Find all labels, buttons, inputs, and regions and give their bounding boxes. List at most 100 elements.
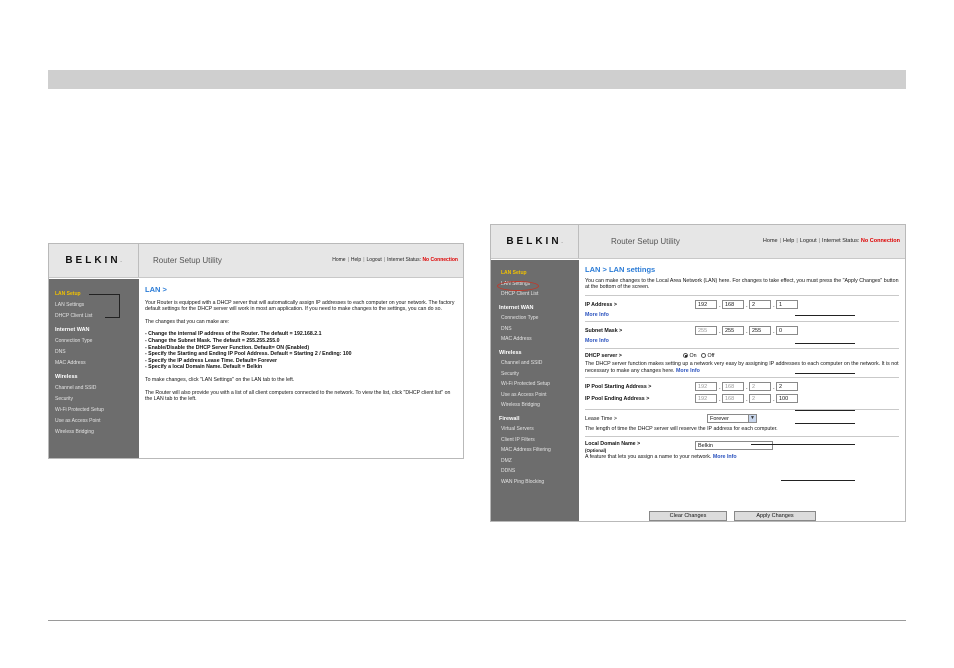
sidebar-item-security[interactable]: Security bbox=[49, 394, 139, 405]
subnet-octet-2[interactable]: 255 bbox=[722, 326, 744, 336]
ip-pool-section: IP Pool Starting Address > 192. 168. 2. … bbox=[585, 377, 899, 406]
sidebar-item-wps[interactable]: Wi-Fi Protected Setup bbox=[49, 405, 139, 416]
sidebar-group-firewall[interactable]: Firewall bbox=[491, 414, 579, 425]
domain-name-input[interactable]: Belkin bbox=[695, 440, 773, 450]
sidebar-group-internet-wan[interactable]: Internet WAN bbox=[491, 303, 579, 314]
domain-description: A feature that lets you assign a name to… bbox=[585, 453, 712, 460]
home-link[interactable]: Home bbox=[332, 257, 345, 263]
sidebar-item-mac-filtering[interactable]: MAC Address Filtering bbox=[491, 445, 579, 456]
change-item: - Change the Subnet Mask. The default = … bbox=[145, 337, 280, 344]
pool-start-octet-3: 2 bbox=[749, 382, 771, 392]
sidebar-group-wireless[interactable]: Wireless bbox=[49, 372, 139, 383]
router-header: BELKIN. Router Setup Utility Home | Help | L… bbox=[491, 225, 905, 259]
lease-time-value: Forever bbox=[710, 416, 729, 423]
ip-octet-3[interactable]: 2 bbox=[749, 299, 771, 309]
sidebar-item-lan-setup[interactable]: LAN Setup bbox=[491, 268, 579, 279]
domain-section: Local Domain Name > (Optional) Belkin A … bbox=[585, 435, 899, 461]
callout-line bbox=[795, 423, 855, 424]
callout-line bbox=[795, 410, 855, 411]
help-link[interactable]: Help bbox=[783, 238, 794, 244]
callout-line bbox=[795, 343, 855, 344]
main-content: LAN > LAN settings You can make changes … bbox=[579, 260, 905, 521]
logout-link[interactable]: Logout bbox=[800, 238, 817, 244]
sidebar-item-ddns[interactable]: DDNS bbox=[491, 466, 579, 477]
sidebar-item-wan-ping-blocking[interactable]: WAN Ping Blocking bbox=[491, 477, 579, 488]
page-title: LAN > LAN settings bbox=[585, 265, 656, 274]
sidebar-item-mac-address[interactable]: MAC Address bbox=[49, 358, 139, 369]
sidebar-group-wireless[interactable]: Wireless bbox=[491, 348, 579, 359]
sidebar-item-wps[interactable]: Wi-Fi Protected Setup bbox=[491, 379, 579, 390]
sidebar-item-dmz[interactable]: DMZ bbox=[491, 456, 579, 467]
more-info-link[interactable]: More Info bbox=[676, 368, 700, 374]
client-list-text: The Router will also provide you with a … bbox=[145, 389, 451, 403]
pool-start-octet-2: 168 bbox=[722, 382, 744, 392]
ip-address-row: IP Address > 192. 168. 2. 1 bbox=[585, 299, 899, 312]
sidebar-item-lan-settings[interactable]: LAN Settings bbox=[49, 300, 139, 311]
ip-octet-2[interactable]: 168 bbox=[722, 299, 744, 309]
dhcp-off-radio[interactable] bbox=[701, 353, 707, 359]
pool-end-octet-1: 192 bbox=[695, 394, 717, 404]
more-info-link[interactable]: More Info bbox=[713, 454, 737, 460]
sidebar-item-wireless-bridging[interactable]: Wireless Bridging bbox=[49, 427, 139, 438]
ip-octet-4[interactable]: 1 bbox=[776, 299, 798, 309]
sidebar-item-use-as-ap[interactable]: Use as Access Point bbox=[491, 390, 579, 401]
pool-start-row: IP Pool Starting Address > 192. 168. 2. … bbox=[585, 382, 899, 394]
dhcp-label: DHCP server > bbox=[585, 352, 622, 359]
sidebar-item-use-as-ap[interactable]: Use as Access Point bbox=[49, 416, 139, 427]
dhcp-on-radio[interactable] bbox=[683, 353, 688, 359]
callout-line bbox=[89, 294, 119, 295]
page-title: LAN > bbox=[145, 285, 167, 294]
to-make-changes-text: To make changes, click "LAN Settings" on… bbox=[145, 376, 295, 383]
callout-line bbox=[119, 294, 120, 317]
home-link[interactable]: Home bbox=[763, 238, 778, 244]
dhcp-on-label: On bbox=[689, 352, 697, 359]
manual-page: BELKIN. Router Setup Utility Home | Help | L… bbox=[0, 0, 954, 668]
subnet-octet-1[interactable]: 255 bbox=[695, 326, 717, 336]
logo-text: BELKIN bbox=[506, 236, 562, 247]
help-link[interactable]: Help bbox=[351, 257, 361, 263]
utility-title: Router Setup Utility bbox=[611, 237, 680, 246]
subnet-row: Subnet Mask > 255. 255. 255. 0 bbox=[585, 326, 899, 338]
clear-changes-button[interactable]: Clear Changes bbox=[649, 511, 727, 521]
subnet-octet-4[interactable]: 0 bbox=[776, 326, 798, 336]
sidebar-item-connection-type[interactable]: Connection Type bbox=[49, 336, 139, 347]
pool-start-octet-4[interactable]: 2 bbox=[776, 382, 798, 392]
lease-time-select[interactable]: Forever ▼ bbox=[707, 414, 757, 424]
subnet-octet-3[interactable]: 255 bbox=[749, 326, 771, 336]
sidebar-item-wireless-bridging[interactable]: Wireless Bridging bbox=[491, 400, 579, 411]
logout-link[interactable]: Logout bbox=[367, 257, 382, 263]
sidebar-item-channel-ssid[interactable]: Channel and SSID bbox=[49, 383, 139, 394]
sidebar-item-dns[interactable]: DNS bbox=[491, 324, 579, 335]
sidebar-item-dhcp-client-list[interactable]: DHCP Client List bbox=[491, 289, 579, 300]
pool-end-octet-3: 2 bbox=[749, 394, 771, 404]
sidebar-item-virtual-servers[interactable]: Virtual Servers bbox=[491, 424, 579, 435]
callout-line bbox=[751, 444, 855, 445]
subnet-section: Subnet Mask > 255. 255. 255. 0 More Info bbox=[585, 321, 899, 345]
pool-start-label: IP Pool Starting Address > bbox=[585, 384, 652, 391]
sidebar-item-dhcp-client-list[interactable]: DHCP Client List bbox=[49, 311, 139, 322]
domain-row: Local Domain Name > (Optional) Belkin bbox=[585, 440, 899, 454]
intro-text: You can make changes to the Local Area N… bbox=[585, 277, 899, 291]
sidebar-item-connection-type[interactable]: Connection Type bbox=[491, 313, 579, 324]
sidebar-item-dns[interactable]: DNS bbox=[49, 347, 139, 358]
dhcp-off-label: Off bbox=[707, 352, 715, 359]
sidebar: LAN Setup LAN Settings DHCP Client List … bbox=[491, 260, 579, 521]
belkin-logo: BELKIN. bbox=[49, 244, 139, 277]
belkin-logo: BELKIN. bbox=[491, 225, 579, 258]
lease-description: The length of time the DHCP server will … bbox=[585, 426, 778, 433]
sidebar-item-security[interactable]: Security bbox=[491, 369, 579, 380]
change-item: - Enable/Disable the DHCP Server Functio… bbox=[145, 344, 310, 351]
callout-line bbox=[781, 480, 855, 481]
domain-label: Local Domain Name > bbox=[585, 440, 641, 447]
dhcp-section: DHCP server > On Off The DHCP server fun… bbox=[585, 347, 899, 374]
sidebar-item-client-ip-filters[interactable]: Client IP Filters bbox=[491, 435, 579, 446]
pool-end-row: IP Pool Ending Address > 192. 168. 2. 10… bbox=[585, 394, 899, 406]
pool-end-octet-4[interactable]: 100 bbox=[776, 394, 798, 404]
changes-heading: The changes that you can make are: bbox=[145, 318, 230, 325]
apply-changes-button[interactable]: Apply Changes bbox=[734, 511, 816, 521]
ip-octet-1[interactable]: 192 bbox=[695, 299, 717, 309]
sidebar-group-internet-wan[interactable]: Internet WAN bbox=[49, 325, 139, 336]
pool-end-octet-2: 168 bbox=[722, 394, 744, 404]
sidebar-item-mac-address[interactable]: MAC Address bbox=[491, 334, 579, 345]
sidebar-item-channel-ssid[interactable]: Channel and SSID bbox=[491, 358, 579, 369]
